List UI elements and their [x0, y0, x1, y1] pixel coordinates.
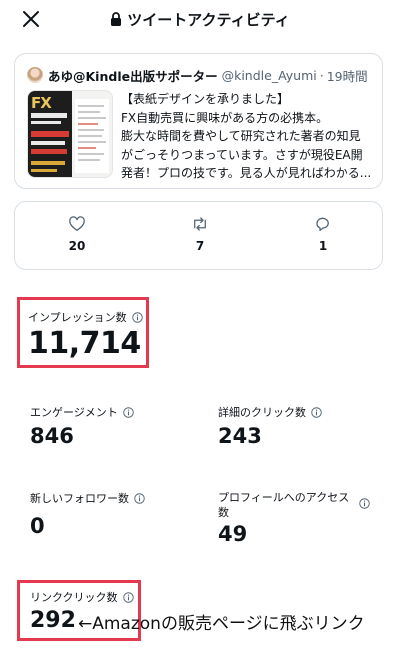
tweet-image-thumbnail[interactable]: FX: [27, 90, 113, 178]
new-followers-value: 0: [30, 514, 45, 538]
tweet-text-line: 【表紙デザインを承りました】: [121, 92, 290, 106]
info-icon[interactable]: [123, 406, 134, 418]
tweet-text-line: 膨大な時間を費やして研究された著者の知見: [121, 129, 361, 143]
tweet-text-line: がごっそりつまっています。さすが現役EA開: [121, 147, 363, 162]
avatar: [27, 67, 43, 83]
new-followers-label-text: 新しいフォロワー数: [30, 492, 129, 505]
impressions-label: インプレッション数: [28, 309, 143, 325]
info-icon[interactable]: [122, 591, 134, 603]
page-title: ツイートアクティビティ: [127, 10, 290, 29]
engagement-card: 20 7 1: [14, 201, 383, 270]
book-cover-title: FX: [31, 94, 52, 112]
info-icon[interactable]: [134, 492, 145, 504]
impressions-metric: インプレッション数 11,714: [28, 309, 143, 361]
engagements-label-text: エンゲージメント: [30, 406, 118, 419]
tweet-text-line: FX自動売買に興味がある方の必携本。: [121, 110, 329, 125]
book-cover-image: FX: [28, 91, 72, 177]
impressions-label-text: インプレッション数: [28, 311, 127, 324]
new-followers-label: 新しいフォロワー数: [30, 490, 145, 506]
likes-count: 20: [68, 239, 86, 253]
new-followers-metric: 新しいフォロワー数 0: [30, 490, 145, 538]
engagements-label: エンゲージメント: [30, 404, 134, 420]
impressions-value: 11,714: [28, 326, 141, 361]
info-icon[interactable]: [311, 406, 322, 418]
lock-icon: [111, 12, 122, 26]
heart-icon: [69, 216, 85, 232]
tweet-author-row: あゆ@Kindle出版サポーター @kindle_Ayumi · 19時間: [27, 65, 374, 85]
retweets-count: 7: [195, 239, 205, 253]
detail-clicks-label-text: 詳細のクリック数: [218, 406, 306, 419]
annotation-text: ←Amazonの販売ページに飛ぶリンク: [78, 614, 365, 634]
detail-clicks-metric: 詳細のクリック数 243: [218, 404, 322, 448]
likes-button[interactable]: 20: [47, 215, 107, 253]
author-name: あゆ@Kindle出版サポーター: [48, 68, 218, 84]
engagements-metric: エンゲージメント 846: [30, 404, 134, 448]
info-icon[interactable]: [359, 498, 370, 509]
detail-clicks-value: 243: [218, 424, 262, 448]
retweets-button[interactable]: 7: [170, 215, 230, 253]
tweet-text-line: 発者！プロの技です。見る人が見ればわかる...: [121, 166, 372, 180]
profile-visits-label-line2: 数: [218, 506, 229, 519]
reply-icon: [316, 217, 329, 232]
author-handle: @kindle_Ayumi: [221, 67, 317, 83]
profile-visits-label: プロフィールへのアクセス 数: [218, 490, 388, 520]
info-icon[interactable]: [131, 311, 143, 323]
profile-visits-metric: プロフィールへのアクセス 数 49: [218, 490, 388, 546]
link-clicks-label-text: リンククリック数: [30, 591, 118, 604]
tweet-time: 19時間: [326, 68, 368, 84]
retweet-icon: [194, 217, 206, 231]
header: ツイートアクティビティ: [0, 8, 400, 30]
tweet-card[interactable]: あゆ@Kindle出版サポーター @kindle_Ayumi · 19時間 FX: [14, 53, 383, 189]
detail-clicks-label: 詳細のクリック数: [218, 404, 322, 420]
book-page-image: [75, 99, 109, 173]
separator-dot: ·: [319, 67, 324, 83]
engagements-value: 846: [30, 424, 74, 448]
tweet-text: 【表紙デザインを承りました】 FX自動売買に興味がある方の必携本。 膨大な時間を…: [121, 90, 379, 183]
profile-visits-label-line1: プロフィールへのアクセス: [218, 491, 350, 504]
replies-count: 1: [318, 239, 328, 253]
replies-button[interactable]: 1: [293, 215, 353, 253]
link-clicks-label: リンククリック数: [30, 589, 134, 605]
profile-visits-value: 49: [218, 522, 248, 546]
